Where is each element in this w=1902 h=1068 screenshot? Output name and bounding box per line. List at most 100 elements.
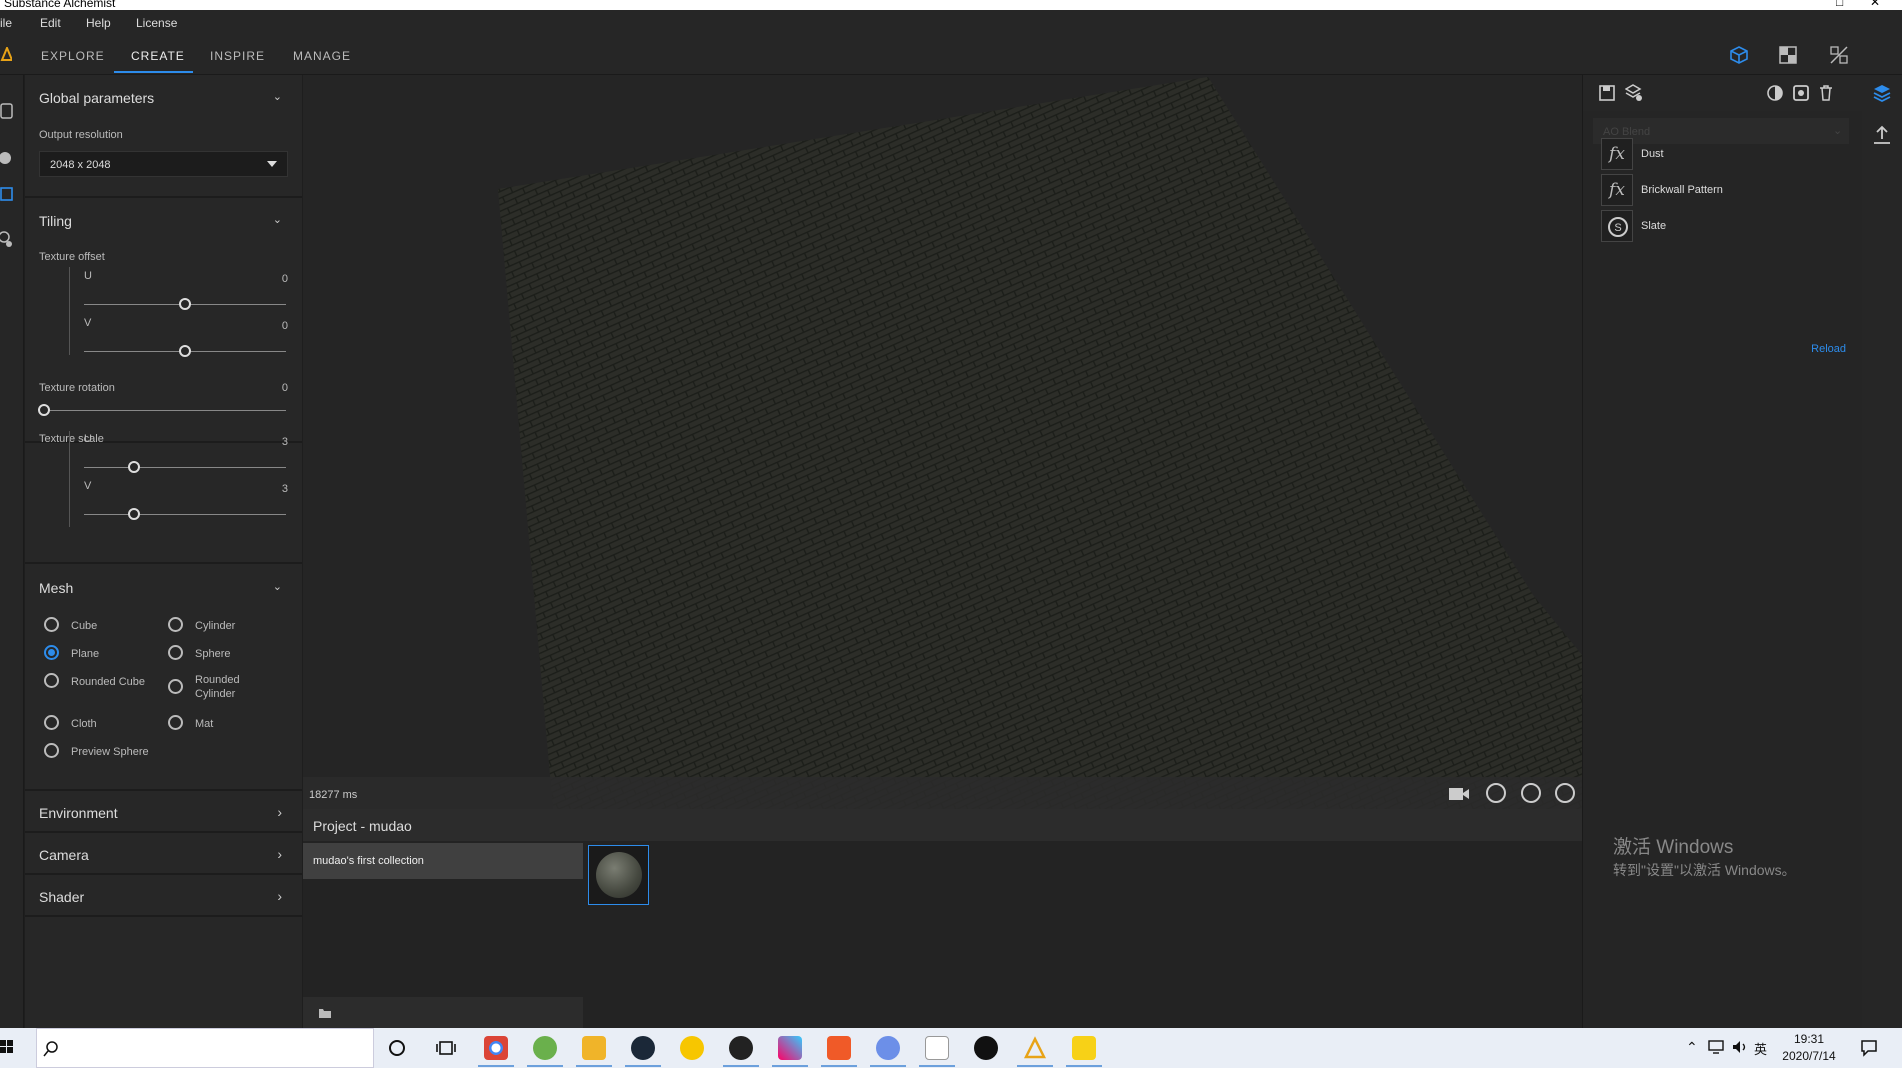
new-folder-icon[interactable] <box>318 1007 332 1019</box>
3d-view-icon[interactable] <box>1729 45 1749 65</box>
mesh-radio-cylinder[interactable] <box>168 617 183 632</box>
scale-v-slider-handle[interactable] <box>128 508 140 520</box>
mesh-header[interactable]: Mesh <box>39 580 73 596</box>
split-view-icon[interactable] <box>1829 45 1849 65</box>
mesh-radio-rounded-cube[interactable] <box>44 673 59 688</box>
library-icon[interactable] <box>0 103 14 119</box>
scale-v-slider[interactable] <box>84 514 286 515</box>
shader-header[interactable]: Shader <box>39 889 84 905</box>
menu-file[interactable]: ile <box>0 16 12 30</box>
netease-music-icon[interactable] <box>729 1036 753 1060</box>
mesh-label-preview-sphere: Preview Sphere <box>71 746 149 758</box>
layer-item[interactable]: S Slate <box>1601 210 1841 244</box>
mesh-radio-mat[interactable] <box>168 715 183 730</box>
ime-indicator[interactable]: 英 <box>1754 1039 1767 1058</box>
mesh-radio-cloth[interactable] <box>44 715 59 730</box>
environment-section[interactable]: Environment › <box>25 793 302 833</box>
task-view-icon[interactable] <box>436 1039 456 1057</box>
steam-icon[interactable] <box>631 1036 655 1060</box>
file-explorer-icon[interactable] <box>582 1036 606 1060</box>
maximize-button[interactable]: □ <box>1836 0 1843 9</box>
app-icon[interactable] <box>778 1036 802 1060</box>
environment-header[interactable]: Environment <box>39 805 118 821</box>
volume-icon[interactable] <box>1732 1040 1748 1054</box>
tab-inspire[interactable]: INSPIRE <box>210 49 265 63</box>
layer-settings-icon[interactable] <box>1791 83 1811 103</box>
chevron-right-icon[interactable]: › <box>277 888 282 904</box>
media-player-icon[interactable] <box>680 1036 704 1060</box>
material-icon[interactable] <box>0 151 14 165</box>
layer-item[interactable]: fx Brickwall Pattern <box>1601 174 1841 208</box>
substance-logo-icon: S <box>1608 217 1628 237</box>
world-icon[interactable] <box>1521 783 1541 803</box>
global-parameters-header[interactable]: Global parameters <box>39 90 154 106</box>
mesh-radio-plane[interactable] <box>44 645 59 660</box>
output-resolution-select[interactable]: 2048 x 2048 <box>39 151 288 177</box>
menu-edit[interactable]: Edit <box>40 16 61 30</box>
chevron-down-icon[interactable]: ⌄ <box>273 213 282 226</box>
export-icon[interactable] <box>1872 125 1892 145</box>
mask-icon[interactable] <box>1767 85 1783 101</box>
layers-icon[interactable] <box>1872 83 1892 103</box>
camera-section[interactable]: Camera › <box>25 835 302 875</box>
shader-section[interactable]: Shader › <box>25 877 302 917</box>
mesh-radio-rounded-cylinder[interactable] <box>168 679 183 694</box>
tab-manage[interactable]: MANAGE <box>293 49 351 63</box>
material-thumbnail[interactable] <box>588 845 649 905</box>
app-icon[interactable] <box>1072 1036 1096 1060</box>
taskbar-clock[interactable]: 19:31 2020/7/14 <box>1774 1031 1844 1065</box>
3d-viewport[interactable]: 18277 ms <box>303 75 1582 809</box>
2d-view-icon[interactable] <box>1779 46 1797 64</box>
typora-icon[interactable] <box>925 1036 949 1060</box>
mesh-label-rounded-cube: Rounded Cube <box>71 676 146 688</box>
rotate-light-icon[interactable] <box>1486 783 1506 803</box>
delete-icon[interactable] <box>1819 85 1833 101</box>
save-icon[interactable] <box>1599 85 1615 101</box>
collection-name: mudao's first collection <box>313 855 424 867</box>
tiling-header[interactable]: Tiling <box>39 213 72 229</box>
texture-rotation-slider-handle[interactable] <box>38 404 50 416</box>
network-icon[interactable] <box>1708 1040 1724 1054</box>
scale-u-slider-handle[interactable] <box>128 461 140 473</box>
create-mode-icon[interactable] <box>0 187 14 203</box>
tab-explore[interactable]: EXPLORE <box>41 49 105 63</box>
camera-header[interactable]: Camera <box>39 847 89 863</box>
offset-u-slider-handle[interactable] <box>179 298 191 310</box>
menu-license[interactable]: License <box>136 16 177 30</box>
layer-item[interactable]: fx Dust <box>1601 138 1841 172</box>
chrome-icon[interactable] <box>484 1036 508 1060</box>
mesh-radio-cube[interactable] <box>44 617 59 632</box>
layers-toolbar <box>1583 75 1863 111</box>
texture-rotation-slider[interactable] <box>39 410 286 411</box>
chevron-down-icon[interactable]: ⌄ <box>273 90 282 103</box>
offset-v-slider-handle[interactable] <box>179 345 191 357</box>
taskbar-search-box[interactable] <box>36 1028 374 1068</box>
windows-start-icon[interactable] <box>0 1040 14 1054</box>
tab-create[interactable]: CREATE <box>131 49 185 63</box>
add-layer-icon[interactable] <box>1625 84 1643 102</box>
chevron-right-icon[interactable]: › <box>277 804 282 820</box>
wechat-icon[interactable] <box>533 1036 557 1060</box>
mesh-radio-sphere[interactable] <box>168 645 183 660</box>
tray-chevron-up-icon[interactable]: ⌃ <box>1686 1039 1698 1056</box>
mesh-radio-preview-sphere[interactable] <box>44 743 59 758</box>
close-button[interactable]: ✕ <box>1870 0 1880 9</box>
settings-search-icon[interactable] <box>0 230 14 248</box>
cortana-icon[interactable] <box>388 1039 406 1057</box>
substance-alchemist-taskbar-icon[interactable] <box>1023 1036 1047 1060</box>
scale-u-slider[interactable] <box>84 467 286 468</box>
chevron-right-icon[interactable]: › <box>277 846 282 862</box>
camera-icon[interactable] <box>1448 785 1470 803</box>
unreal-engine-icon[interactable] <box>974 1036 998 1060</box>
activation-watermark-text: 转到"设置"以激活 Windows。 <box>1613 862 1796 878</box>
app-icon[interactable] <box>876 1036 900 1060</box>
chevron-down-icon[interactable]: ⌄ <box>273 580 282 593</box>
notification-center-icon[interactable] <box>1860 1039 1878 1057</box>
xmind-icon[interactable] <box>827 1036 851 1060</box>
collection-item[interactable]: mudao's first collection <box>303 843 583 879</box>
menu-help[interactable]: Help <box>86 16 111 30</box>
reload-link[interactable]: Reload <box>1811 343 1846 355</box>
environment-sphere-icon[interactable] <box>1555 783 1575 803</box>
menu-bar: ile Edit Help License <box>0 10 1902 35</box>
texture-offset-label: Texture offset <box>39 251 105 263</box>
